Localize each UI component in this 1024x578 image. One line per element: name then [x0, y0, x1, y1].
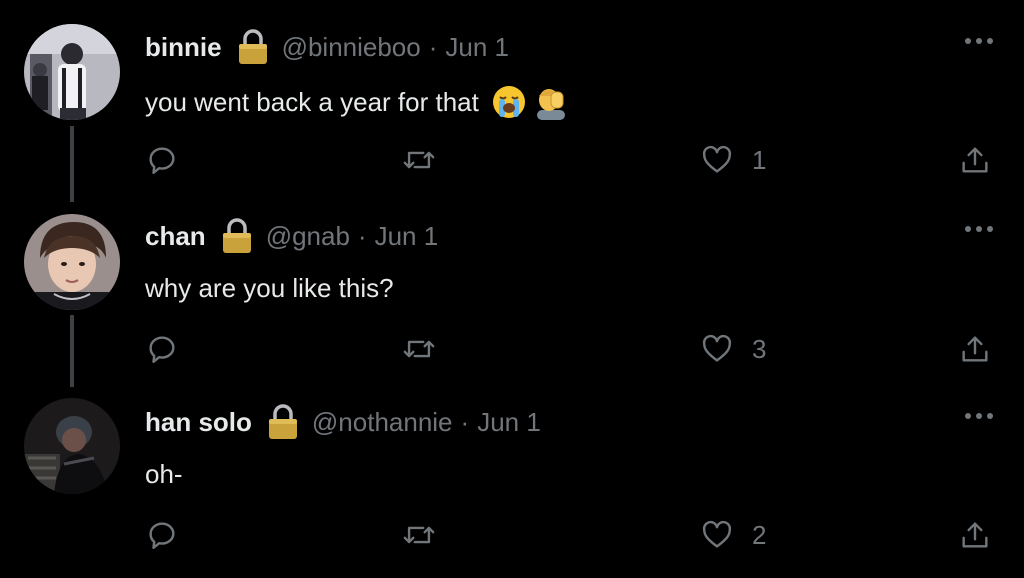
tweet-text: oh-: [145, 458, 183, 489]
display-name[interactable]: binnie: [145, 32, 222, 63]
reply-icon: [149, 522, 175, 549]
tweet-date[interactable]: Jun 1: [445, 32, 509, 63]
lock-icon: [268, 404, 297, 439]
username-handle[interactable]: @binnieboo: [282, 32, 421, 63]
separator-dot: ·: [460, 406, 470, 437]
tweet-header: binnie @binnieboo · Jun 1: [145, 29, 509, 64]
avatar[interactable]: [24, 24, 120, 120]
person-facepalming-emoji-icon: [536, 89, 565, 120]
tweet-header: chan @gnab · Jun 1: [145, 218, 439, 253]
tweet-item[interactable]: han solo @nothannie · Jun 1 oh- 2: [0, 385, 1024, 578]
tweet-date[interactable]: Jun 1: [477, 407, 541, 438]
username-handle[interactable]: @nothannie: [312, 407, 453, 438]
tweet-header: han solo @nothannie · Jun 1: [145, 404, 541, 439]
share-icon: [962, 336, 988, 362]
like-button[interactable]: 1: [700, 143, 766, 177]
tweet-text-row: oh-: [145, 456, 183, 492]
reply-button[interactable]: [145, 143, 179, 177]
lock-icon: [222, 218, 251, 253]
display-name[interactable]: han solo: [145, 407, 252, 438]
avatar[interactable]: [24, 398, 120, 494]
heart-icon: [702, 520, 732, 548]
tweet-text-row: why are you like this?: [145, 270, 394, 306]
like-count: 3: [752, 333, 767, 364]
retweet-button[interactable]: [402, 518, 436, 552]
more-options-icon[interactable]: [962, 34, 996, 48]
avatar[interactable]: [24, 214, 120, 310]
retweet-button[interactable]: [402, 332, 436, 366]
separator-dot: ·: [428, 31, 438, 62]
more-options-icon[interactable]: [962, 409, 996, 423]
share-button[interactable]: [958, 518, 992, 552]
heart-icon: [702, 145, 732, 173]
reply-icon: [149, 336, 175, 363]
share-icon: [962, 147, 988, 173]
retweet-button[interactable]: [402, 143, 436, 177]
separator-dot: ·: [357, 220, 367, 251]
loudly-crying-face-emoji-icon: [492, 86, 525, 118]
like-button[interactable]: 2: [700, 518, 766, 552]
tweet-text: you went back a year for that: [145, 86, 479, 117]
display-name[interactable]: chan: [145, 221, 206, 252]
tweet-date[interactable]: Jun 1: [375, 221, 439, 252]
tweet-text: why are you like this?: [145, 272, 394, 303]
share-button[interactable]: [958, 143, 992, 177]
tweet-item[interactable]: binnie @binnieboo · Jun 1 you went back …: [0, 0, 1024, 200]
retweet-icon: [403, 151, 435, 169]
more-options-icon[interactable]: [962, 222, 996, 236]
like-count: 1: [752, 144, 767, 175]
share-icon: [962, 522, 988, 548]
like-button[interactable]: 3: [700, 332, 766, 366]
username-handle[interactable]: @gnab: [266, 221, 350, 252]
reply-button[interactable]: [145, 518, 179, 552]
share-button[interactable]: [958, 332, 992, 366]
tweet-text-row: you went back a year for that: [145, 84, 569, 120]
heart-icon: [702, 334, 732, 362]
retweet-icon: [403, 340, 435, 358]
lock-icon: [238, 29, 267, 64]
conversation-thread: binnie @binnieboo · Jun 1 you went back …: [0, 0, 1024, 578]
retweet-icon: [403, 526, 435, 544]
reply-button[interactable]: [145, 332, 179, 366]
like-count: 2: [752, 519, 767, 550]
reply-icon: [149, 147, 175, 174]
tweet-item[interactable]: chan @gnab · Jun 1 why are you like this…: [0, 200, 1024, 385]
